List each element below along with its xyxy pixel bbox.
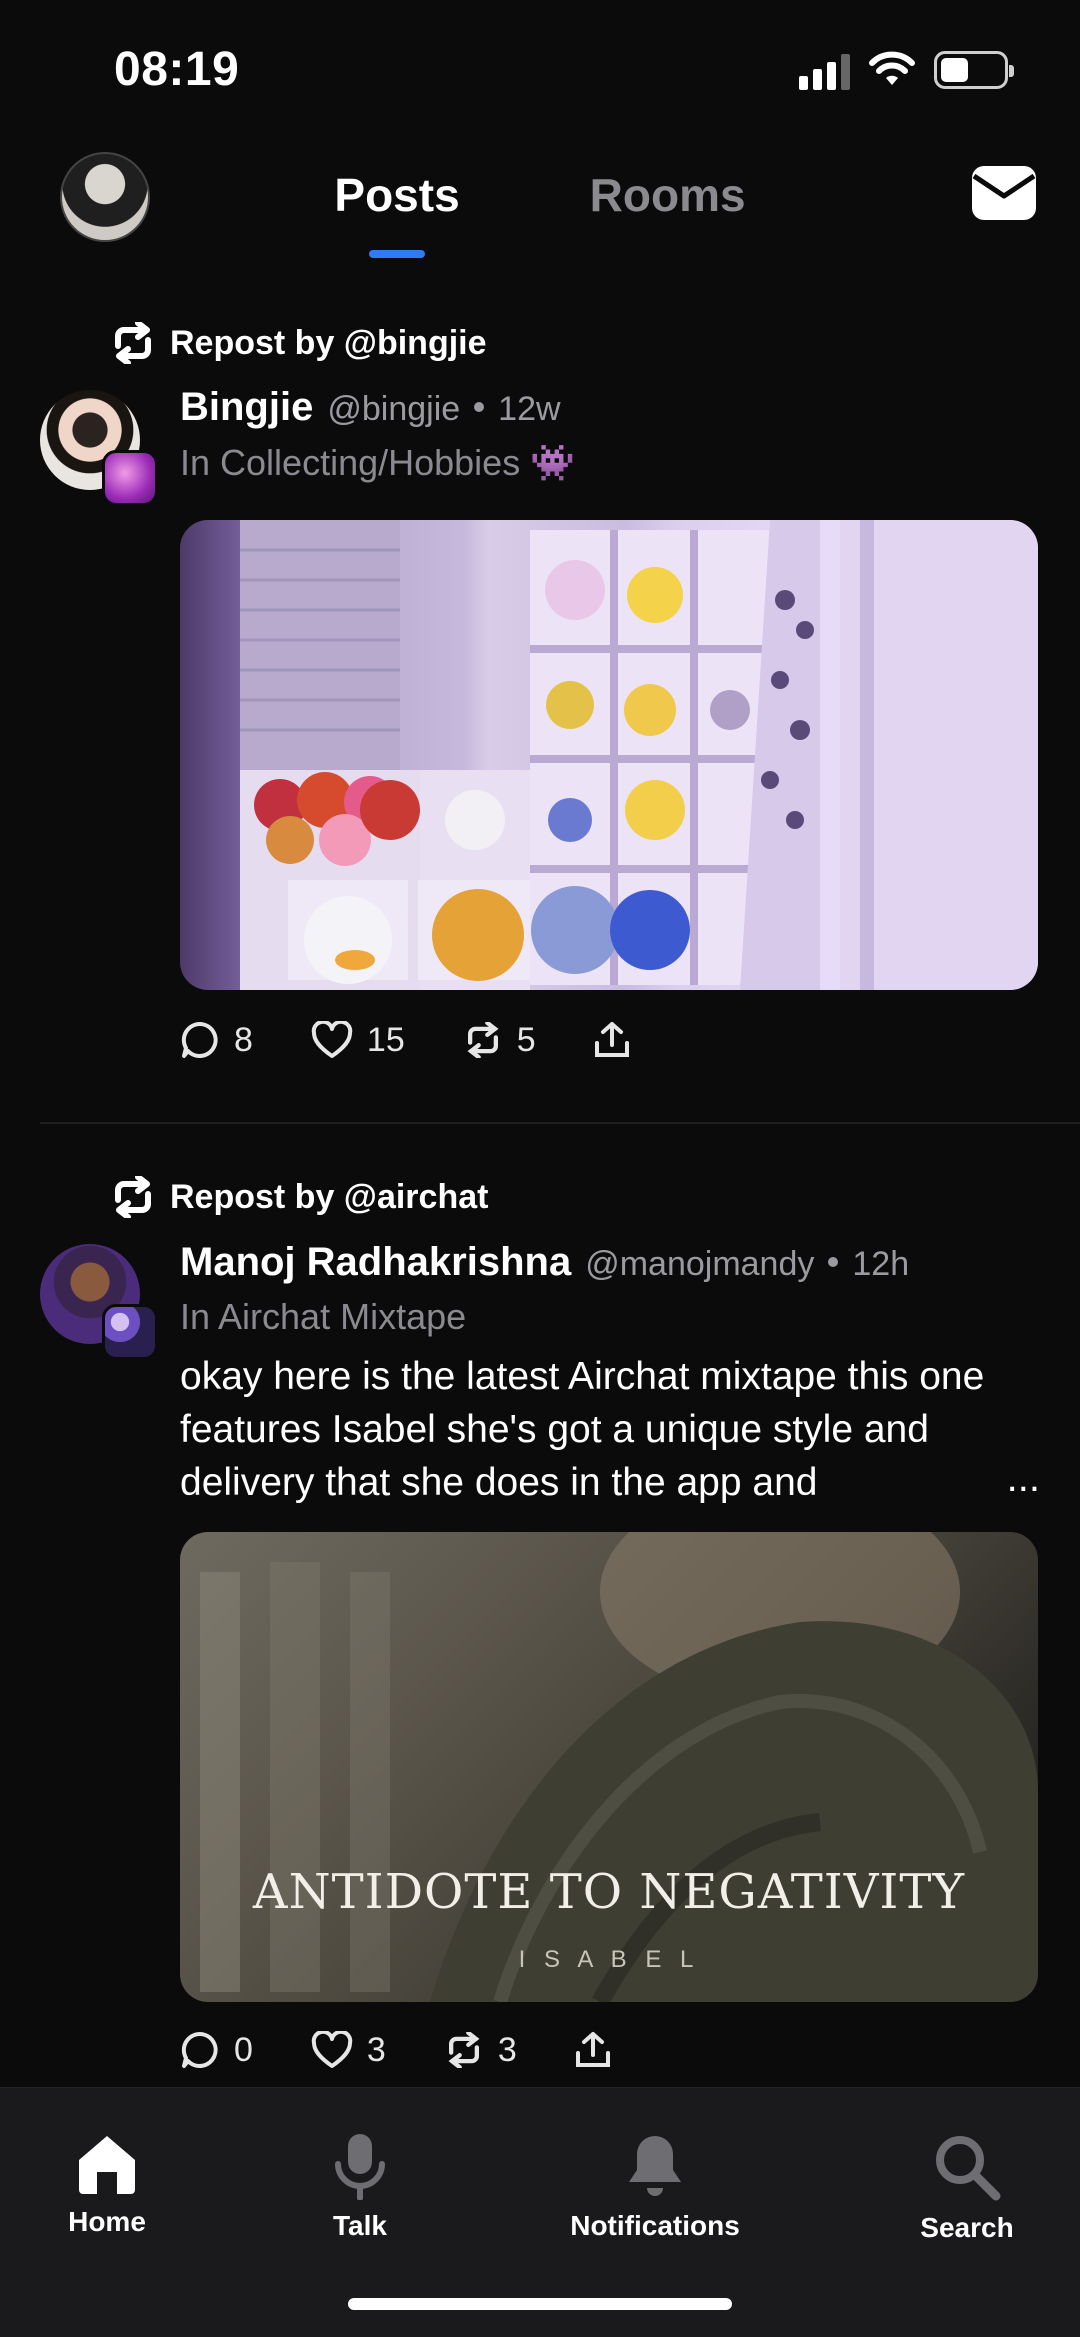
battery-icon bbox=[934, 51, 1014, 89]
nav-label-search: Search bbox=[920, 2212, 1014, 2243]
post-video[interactable]: ANTIDOTE TO NEGATIVITY I S A B E L bbox=[180, 1532, 1038, 2002]
video-thumbnail bbox=[200, 1532, 1038, 2002]
author-name[interactable]: Manoj Radhakrishna bbox=[180, 1240, 571, 1285]
author-handle[interactable]: @manojmandy bbox=[585, 1245, 814, 1284]
comment-icon bbox=[181, 1021, 218, 1058]
room-link[interactable]: In Airchat Mixtape bbox=[180, 1296, 466, 1338]
video-title: ANTIDOTE TO NEGATIVITY bbox=[252, 1864, 966, 1920]
repost-icon bbox=[467, 1022, 499, 1058]
repost-icon bbox=[115, 322, 151, 364]
nav-talk[interactable]: Talk bbox=[260, 2132, 460, 2242]
author-line: Bingjie @bingjie 12w bbox=[180, 385, 561, 430]
cellular-signal-icon bbox=[799, 50, 850, 90]
home-icon bbox=[79, 2136, 135, 2194]
comment-icon bbox=[181, 2031, 218, 2068]
author-handle[interactable]: @bingjie bbox=[327, 390, 460, 429]
share-button[interactable] bbox=[594, 1021, 630, 1059]
repost-count: 5 bbox=[516, 1020, 536, 1059]
reply-count: 8 bbox=[234, 1020, 253, 1059]
repost-label: Repost by @bingjie bbox=[170, 323, 487, 362]
reply-button[interactable]: 0 bbox=[180, 2030, 253, 2070]
video-subtitle: I S A B E L bbox=[518, 1946, 700, 1973]
envelope-icon[interactable] bbox=[970, 162, 1038, 224]
search-icon bbox=[936, 2136, 1001, 2201]
feed-tabs: Posts Rooms bbox=[0, 168, 1080, 222]
heart-icon bbox=[311, 2031, 353, 2068]
post-card[interactable]: Repost by @bingjie Bingjie @bingjie 12w … bbox=[0, 300, 1080, 1122]
nav-notifications[interactable]: Notifications bbox=[555, 2132, 755, 2242]
microphone-icon bbox=[335, 2134, 385, 2200]
like-button[interactable]: 15 bbox=[311, 1021, 405, 1060]
like-count: 3 bbox=[366, 2030, 386, 2069]
nav-label-talk: Talk bbox=[333, 2210, 387, 2241]
nav-label-home: Home bbox=[68, 2206, 146, 2237]
share-icon bbox=[575, 2032, 610, 2067]
post-time: 12w bbox=[498, 390, 561, 428]
share-icon bbox=[594, 1022, 629, 1057]
tab-rooms[interactable]: Rooms bbox=[590, 168, 746, 222]
like-count: 15 bbox=[366, 1020, 405, 1059]
repost-icon bbox=[448, 2032, 480, 2068]
post-text[interactable]: okay here is the latest Airchat mixtape … bbox=[180, 1350, 1040, 1509]
separator-dot bbox=[828, 1257, 839, 1267]
nav-search[interactable]: Search bbox=[867, 2132, 1067, 2244]
room-badge bbox=[102, 450, 158, 506]
wifi-icon bbox=[869, 51, 915, 85]
post-actions: 8 15 5 bbox=[180, 1020, 688, 1060]
repost-button[interactable]: 3 bbox=[444, 2031, 517, 2070]
post-card[interactable]: Repost by @airchat Manoj Radhakrishna @m… bbox=[0, 1150, 1080, 2085]
more-button[interactable]: ... bbox=[966, 1456, 1040, 1501]
separator-dot bbox=[474, 402, 485, 412]
post-time: 12h bbox=[852, 1245, 910, 1283]
repost-indicator: Repost by @bingjie bbox=[110, 322, 487, 364]
share-button[interactable] bbox=[575, 2031, 611, 2069]
room-link[interactable]: In Collecting/Hobbies 👾 bbox=[180, 442, 575, 484]
heart-icon bbox=[311, 1021, 353, 1058]
top-header: Posts Rooms bbox=[0, 140, 1080, 270]
home-indicator bbox=[348, 2298, 732, 2310]
tab-posts[interactable]: Posts bbox=[334, 168, 459, 222]
room-badge bbox=[102, 1304, 158, 1360]
status-time: 08:19 bbox=[114, 43, 240, 96]
posts-feed[interactable]: Repost by @bingjie Bingjie @bingjie 12w … bbox=[0, 300, 1080, 2085]
author-name[interactable]: Bingjie bbox=[180, 385, 313, 430]
reply-button[interactable]: 8 bbox=[180, 1020, 253, 1060]
like-button[interactable]: 3 bbox=[311, 2031, 386, 2070]
post-actions: 0 3 3 bbox=[180, 2030, 669, 2070]
repost-indicator: Repost by @airchat bbox=[110, 1176, 488, 1218]
post-divider bbox=[40, 1122, 1080, 1124]
nav-label-notifications: Notifications bbox=[570, 2210, 740, 2241]
repost-icon bbox=[115, 1176, 151, 1218]
shelf-illustration bbox=[240, 520, 1038, 990]
bell-icon bbox=[629, 2136, 681, 2196]
repost-label: Repost by @airchat bbox=[170, 1177, 489, 1216]
post-image[interactable] bbox=[180, 520, 1038, 990]
status-icons bbox=[799, 50, 1014, 90]
reply-count: 0 bbox=[234, 2030, 253, 2069]
repost-button[interactable]: 5 bbox=[463, 1021, 536, 1060]
status-bar: 08:19 bbox=[0, 0, 1080, 140]
nav-home[interactable]: Home bbox=[7, 2132, 207, 2238]
author-line: Manoj Radhakrishna @manojmandy 12h bbox=[180, 1240, 909, 1285]
repost-count: 3 bbox=[497, 2030, 517, 2069]
